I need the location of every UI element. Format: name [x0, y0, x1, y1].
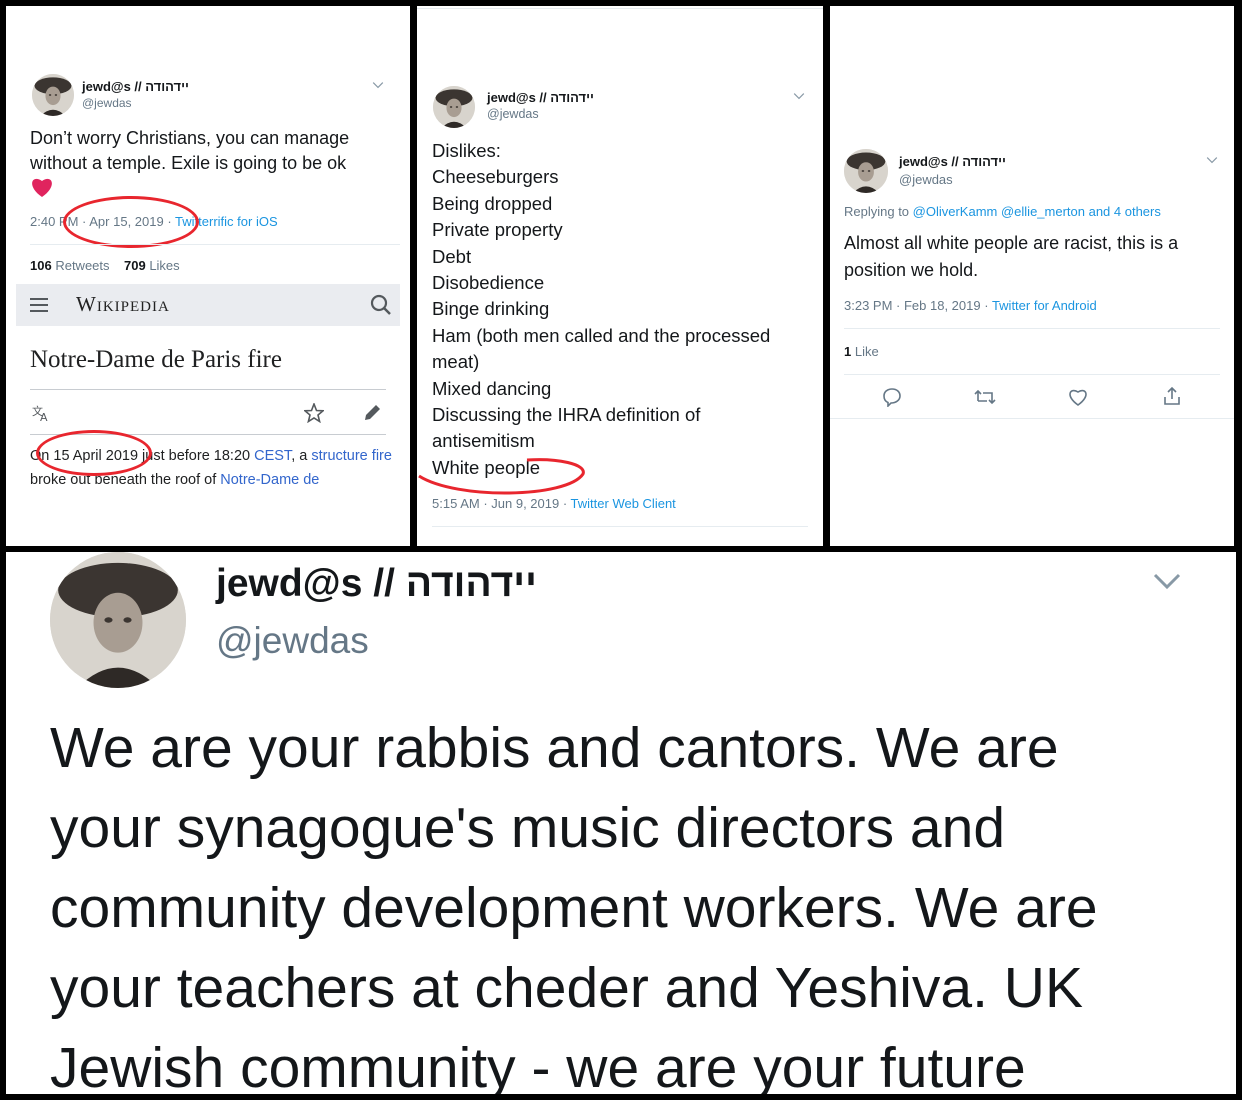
annotation-circle-date [36, 430, 152, 476]
handle[interactable]: @jewdas [216, 620, 369, 662]
tweet-client[interactable]: Twitter Web Client [571, 496, 676, 511]
tweet-line: Private property [432, 219, 563, 241]
avatar[interactable] [50, 552, 186, 688]
tweet-time: 3:23 PM [844, 298, 893, 313]
hamburger-menu-icon[interactable] [30, 296, 50, 314]
link-notre-dame[interactable]: Notre-Dame de [220, 472, 319, 488]
tweet-date[interactable]: Feb 18, 2019 [904, 298, 981, 313]
tweet-text: We are your rabbis and cantors. We are y… [50, 708, 1098, 1094]
tweet-text: Don’t worry Christians, you can manage w… [30, 128, 350, 173]
tweet-time: 5:15 AM [432, 496, 480, 511]
display-name[interactable]: jewd@s // יידהודה [216, 562, 537, 606]
tweet-timestamp: 5:15 AM · Jun 9, 2019 · Twitter Web Clie… [432, 496, 676, 511]
tweet-line: Cheeseburgers [432, 166, 559, 188]
handle[interactable]: @jewdas [82, 96, 132, 110]
para-text: just before 18:20 [138, 448, 255, 464]
likes-count: 1 [844, 344, 852, 359]
divider [830, 418, 1234, 419]
svg-text:A: A [40, 411, 48, 422]
tweet-line: We are your rabbis and cantors. We are [50, 716, 1059, 780]
search-icon[interactable] [370, 294, 392, 316]
chevron-down-icon[interactable] [372, 81, 384, 89]
like-heart-icon[interactable] [1068, 387, 1088, 407]
tweet-date[interactable]: Jun 9, 2019 [491, 496, 559, 511]
tweet-timestamp: 3:23 PM · Feb 18, 2019 · Twitter for And… [844, 298, 1097, 313]
tweet-line: Almost all white people are racist, this… [844, 233, 1179, 253]
link-cest[interactable]: CEST [254, 448, 291, 464]
tweet-line: your teachers at cheder and Yeshiva. UK [50, 956, 1083, 1020]
divider [844, 374, 1220, 375]
divider [30, 244, 400, 245]
tweet-line: community development workers. We are [50, 876, 1098, 940]
tweet-text: Almost all white people are racist, this… [844, 230, 1178, 284]
language-icon[interactable]: 文A [32, 404, 52, 422]
retweets-label[interactable]: Retweets [55, 258, 109, 273]
panel-tweet-racist: jewd@s // יידהודה @jewdas Replying to @O… [830, 6, 1234, 546]
share-icon[interactable] [1162, 386, 1182, 406]
heart-emoji-icon [32, 178, 52, 197]
tweet-line: Disobedience [432, 272, 545, 294]
likes-count: 709 [123, 258, 146, 273]
tweet-client[interactable]: Twitter for Android [992, 298, 1097, 313]
tweet-line: Binge drinking [432, 298, 550, 320]
divider [432, 526, 808, 527]
retweet-icon[interactable] [974, 387, 996, 407]
link-structure[interactable]: structure [311, 448, 367, 464]
tweet-line: meat) [432, 351, 480, 373]
divider [844, 328, 1220, 329]
annotation-circle-date [63, 196, 199, 248]
tweet-line: your synagogue's music directors and [50, 796, 1006, 860]
edit-pencil-icon[interactable] [362, 403, 382, 423]
wikipedia-logo[interactable]: Wikipedia [76, 292, 170, 317]
chevron-down-icon[interactable] [1152, 572, 1182, 590]
replying-prefix: Replying to [844, 204, 913, 219]
para-text: broke out beneath the roof of [30, 472, 221, 488]
panel-tweet-rabbis: jewd@s // יידהודה @jewdas We are your ra… [6, 552, 1236, 1094]
avatar[interactable] [844, 149, 888, 193]
handle[interactable]: @jewdas [487, 107, 539, 121]
reply-icon[interactable] [882, 387, 902, 407]
link-fire[interactable]: fire [372, 448, 392, 464]
chevron-down-icon[interactable] [1206, 156, 1218, 164]
divider [30, 389, 386, 390]
panel-tweet-dislikes: jewd@s // יידהודה @jewdas Dislikes: Chee… [417, 6, 823, 546]
engagement-stats: 106 Retweets 709 Likes [30, 258, 180, 273]
retweets-count: 106 [30, 258, 52, 273]
replying-mentions[interactable]: @OliverKamm @ellie_merton and 4 others [913, 204, 1161, 219]
panel-tweet-temple: jewd@s // יידהודה @jewdas Don’t worry Ch… [6, 6, 410, 546]
wikipedia-header: Wikipedia [16, 284, 400, 326]
tweet-line: Ham (both men called and the processed [432, 324, 771, 346]
tweet-text: Dislikes: Cheeseburgers Being dropped Pr… [432, 138, 770, 481]
likes-label[interactable]: Likes [149, 258, 179, 273]
tweet-line: Being dropped [432, 192, 553, 214]
tweet-line: Mixed dancing [432, 377, 552, 399]
tweet-line: Dislikes: [432, 140, 501, 161]
tweet-line: Debt [432, 245, 472, 267]
engagement-stats: 1 Like [844, 344, 879, 359]
divider [417, 8, 823, 9]
likes-label[interactable]: Like [855, 344, 879, 359]
tweet-line: Jewish community - we are your future [50, 1036, 1026, 1094]
annotation-underline-white-people [418, 458, 585, 495]
star-icon[interactable] [304, 403, 324, 423]
article-title: Notre-Dame de Paris fire [30, 346, 282, 373]
replying-to: Replying to @OliverKamm @ellie_merton an… [844, 204, 1161, 219]
tweet-line: position we hold. [844, 260, 979, 280]
display-name[interactable]: jewd@s // יידהודה [899, 154, 1006, 169]
handle[interactable]: @jewdas [899, 172, 953, 187]
tweet-line: Discussing the IHRA definition of [432, 404, 701, 426]
avatar[interactable] [32, 74, 74, 116]
display-name[interactable]: jewd@s // יידהודה [487, 90, 594, 105]
para-text: , a [291, 448, 312, 464]
display-name[interactable]: jewd@s // יידהודה [82, 79, 189, 94]
chevron-down-icon[interactable] [793, 92, 805, 100]
avatar[interactable] [433, 86, 475, 128]
